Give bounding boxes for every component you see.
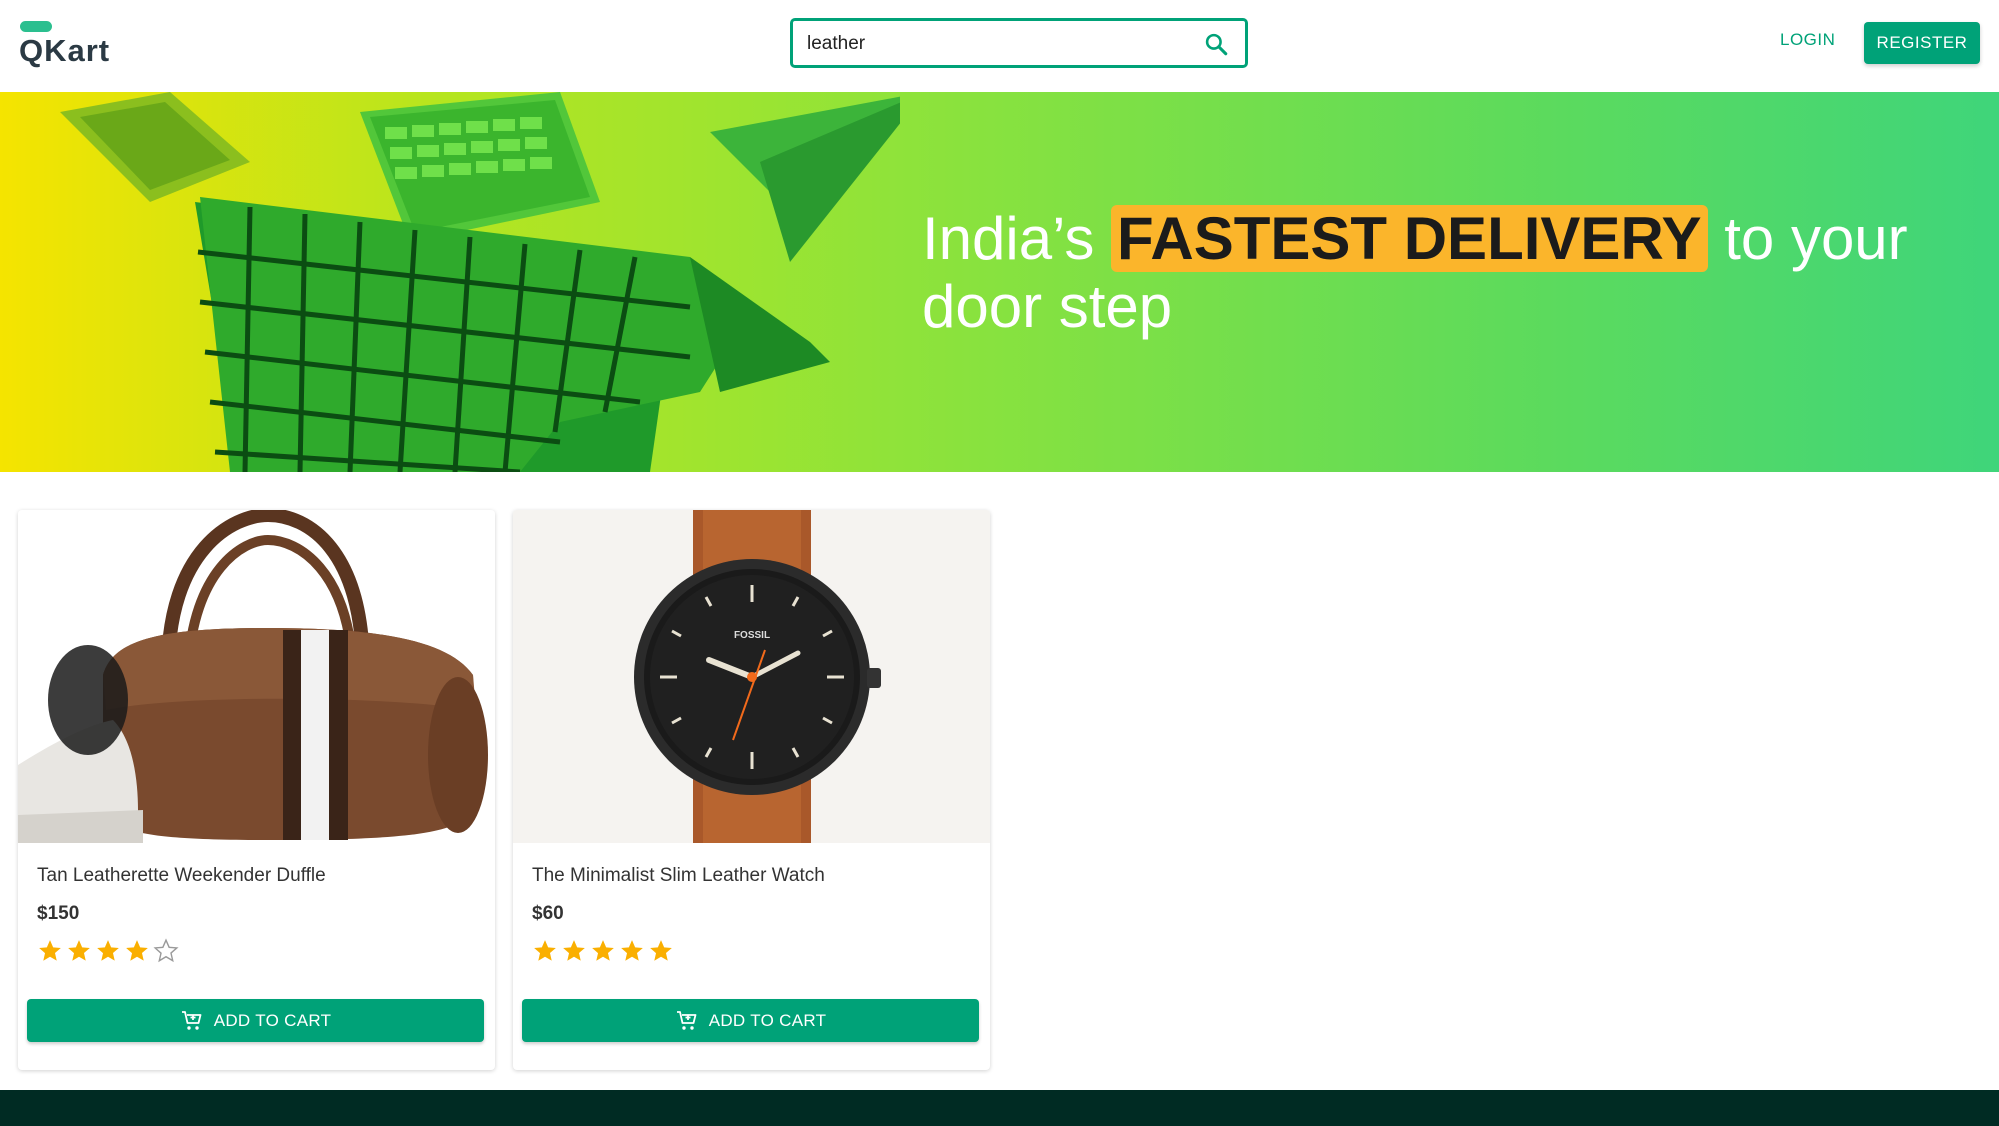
search-input[interactable]: [807, 30, 1177, 58]
hero-banner: India’s FASTEST DELIVERY to your door st…: [0, 92, 1999, 472]
add-to-cart-button[interactable]: ADD TO CART: [27, 999, 484, 1042]
paper-plane-icon: [710, 96, 900, 262]
search-box: [790, 18, 1248, 68]
star-icon: [39, 940, 61, 961]
add-to-cart-label: ADD TO CART: [213, 1010, 332, 1030]
logo-accent-bar: [20, 21, 52, 32]
product-name: Tan Leatherette Weekender Duffle: [37, 865, 326, 886]
star-icon: [126, 940, 148, 961]
watch-image: FOSSIL: [513, 510, 990, 843]
star-icon: [68, 940, 90, 961]
laptop-icon: [360, 92, 600, 242]
logo-text: QKart: [19, 33, 111, 68]
hero-text-before: India’s: [922, 205, 1112, 272]
register-button[interactable]: REGISTER: [1864, 22, 1980, 64]
hero-headline: India’s FASTEST DELIVERY to your door st…: [922, 205, 1922, 341]
product-rating: [532, 938, 674, 964]
product-image-duffle: [18, 510, 495, 843]
star-icon: [563, 940, 585, 961]
footer: [0, 1090, 1999, 1126]
star-icon: [650, 940, 672, 961]
add-to-cart-label: ADD TO CART: [708, 1010, 827, 1030]
add-shopping-cart-icon: [676, 1010, 697, 1030]
star-icon: [621, 940, 643, 961]
duffle-bag-image: [18, 510, 495, 843]
phone-icon: [60, 92, 250, 202]
svg-text:FOSSIL: FOSSIL: [734, 630, 770, 641]
hero-highlight: FASTEST DELIVERY: [1111, 205, 1708, 272]
search-icon[interactable]: [1203, 31, 1229, 57]
login-button[interactable]: LOGIN: [1780, 30, 1835, 50]
product-image-watch: FOSSIL: [513, 510, 990, 843]
product-price: $60: [532, 903, 564, 924]
star-icon: [97, 940, 119, 961]
qkart-logo[interactable]: QKart: [19, 20, 129, 70]
product-rating: [37, 938, 179, 964]
cart-basket-icon: [195, 197, 830, 472]
header: QKart LOGIN REGISTER: [0, 0, 1999, 92]
add-shopping-cart-icon: [181, 1010, 202, 1030]
star-empty-icon: [153, 938, 179, 963]
product-card: Tan Leatherette Weekender Duffle $150 AD…: [18, 510, 495, 1070]
product-card: FOSSIL The Minimalist Slim Leather Watch…: [513, 510, 990, 1070]
star-icon: [534, 940, 556, 961]
product-name: The Minimalist Slim Leather Watch: [532, 865, 825, 886]
add-to-cart-button[interactable]: ADD TO CART: [522, 999, 979, 1042]
product-price: $150: [37, 903, 80, 924]
star-icon: [592, 940, 614, 961]
shopping-cart-illustration: [60, 92, 900, 472]
